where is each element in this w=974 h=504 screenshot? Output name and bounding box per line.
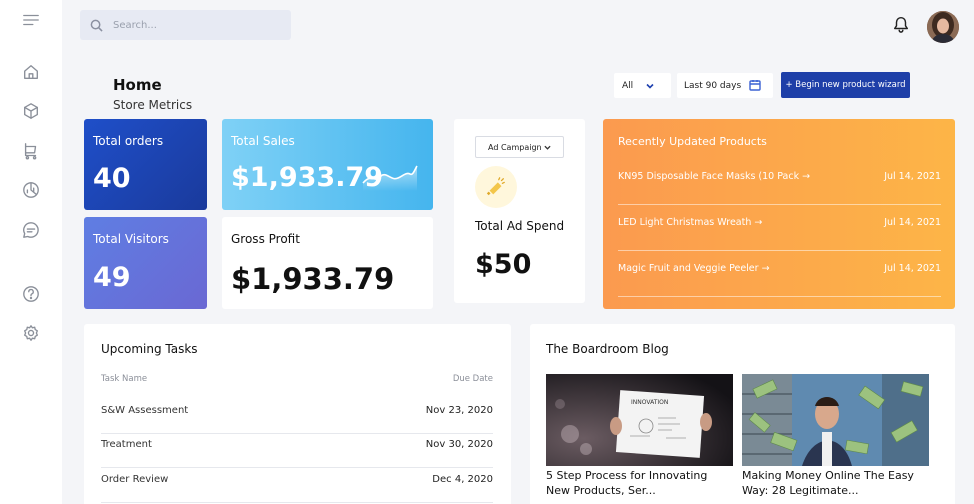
blog-post-title[interactable]: 5 Step Process for Innovating New Produc… (546, 468, 733, 498)
chevron-down-icon (646, 83, 654, 89)
product-name: Magic Fruit and Veggie Peeler → (618, 263, 770, 274)
innovation-text: INNOVATION (631, 399, 668, 406)
total-sales-label: Total Sales (231, 134, 295, 148)
task-name: Treatment (101, 439, 152, 450)
home-icon[interactable] (21, 62, 41, 82)
product-date: Jul 14, 2021 (884, 171, 941, 182)
product-row[interactable]: KN95 Disposable Face Masks (10 Pack → Ju… (618, 159, 941, 205)
bell-icon[interactable] (892, 15, 912, 35)
calendar-icon (749, 80, 761, 91)
total-orders-value: 40 (93, 163, 131, 194)
recent-products-card: Recently Updated Products KN95 Disposabl… (603, 119, 955, 309)
search-input[interactable] (113, 19, 273, 31)
megaphone-icon (475, 166, 517, 208)
total-orders-card[interactable]: Total orders 40 (84, 119, 207, 210)
product-name: LED Light Christmas Wreath → (618, 217, 763, 228)
settings-icon[interactable] (21, 323, 41, 343)
blog-panel: The Boardroom Blog INNOVATION 5 Step Pro… (530, 324, 955, 504)
gross-profit-card[interactable]: Gross Profit $1,933.79 (222, 217, 433, 309)
date-range-picker[interactable]: Last 90 days (677, 73, 773, 98)
total-sales-value: $1,933.79 (231, 162, 384, 193)
product-name: KN95 Disposable Face Masks (10 Pack → (618, 171, 811, 182)
task-name: Order Review (101, 474, 169, 485)
ad-spend-label: Total Ad Spend (475, 219, 565, 233)
segment-dropdown[interactable]: All (614, 73, 671, 98)
col-due-date: Due Date (452, 374, 493, 384)
search-icon (90, 19, 103, 32)
task-row[interactable]: Treatment Nov 30, 2020 (101, 434, 493, 468)
new-product-wizard-button[interactable]: + Begin new product wizard (781, 72, 910, 98)
ad-spend-value: $50 (475, 249, 532, 280)
menu-icon[interactable] (21, 10, 41, 30)
task-row[interactable]: Order Review Dec 4, 2020 (101, 469, 493, 503)
page-title: Home (113, 76, 162, 94)
ad-campaign-dropdown[interactable]: Ad Campaign (475, 136, 564, 158)
search-bar[interactable] (80, 10, 291, 40)
task-date: Nov 23, 2020 (425, 405, 493, 416)
segment-value: All (622, 80, 634, 91)
ad-campaign-value: Ad Campaign (488, 142, 542, 152)
help-icon[interactable] (21, 284, 41, 304)
product-row[interactable]: Magic Fruit and Veggie Peeler → Jul 14, … (618, 251, 941, 297)
upcoming-tasks-panel: Upcoming Tasks Task Name Due Date S&W As… (84, 324, 511, 504)
product-row[interactable]: LED Light Christmas Wreath → Jul 14, 202… (618, 205, 941, 251)
chart-icon[interactable] (21, 180, 41, 200)
chevron-down-icon (544, 145, 551, 150)
total-orders-label: Total orders (93, 134, 164, 148)
date-range-value: Last 90 days (684, 80, 742, 91)
total-visitors-card[interactable]: Total Visitors 49 (84, 217, 207, 309)
blog-title: The Boardroom Blog (546, 342, 669, 356)
task-date: Dec 4, 2020 (432, 474, 493, 485)
blog-post-title[interactable]: Making Money Online The Easy Way: 28 Leg… (742, 468, 929, 498)
product-date: Jul 14, 2021 (884, 217, 941, 228)
task-row[interactable]: S&W Assessment Nov 23, 2020 (101, 400, 493, 434)
sidebar (0, 0, 62, 504)
blog-post-image[interactable] (742, 374, 929, 466)
upcoming-tasks-title: Upcoming Tasks (101, 342, 198, 356)
task-name: S&W Assessment (101, 405, 189, 416)
recent-products-title: Recently Updated Products (618, 135, 767, 148)
chat-icon[interactable] (21, 220, 41, 240)
col-task-name: Task Name (101, 374, 148, 384)
gross-profit-value: $1,933.79 (231, 262, 395, 296)
total-visitors-value: 49 (93, 262, 131, 293)
page-subtitle: Store Metrics (113, 98, 193, 112)
product-date: Jul 14, 2021 (884, 263, 941, 274)
gross-profit-label: Gross Profit (231, 232, 300, 246)
task-date: Nov 30, 2020 (425, 439, 493, 450)
tasks-table-header: Task Name Due Date (101, 374, 493, 384)
cart-icon[interactable] (21, 141, 41, 161)
avatar[interactable] (927, 11, 959, 43)
box-icon[interactable] (21, 101, 41, 121)
total-sales-card[interactable]: Total Sales $1,933.79 (222, 119, 433, 210)
total-visitors-label: Total Visitors (93, 232, 169, 246)
sales-sparkline-icon (362, 165, 418, 191)
ad-spend-card: Ad Campaign Total Ad Spend $50 (454, 119, 585, 303)
blog-post-image[interactable]: INNOVATION (546, 374, 733, 466)
